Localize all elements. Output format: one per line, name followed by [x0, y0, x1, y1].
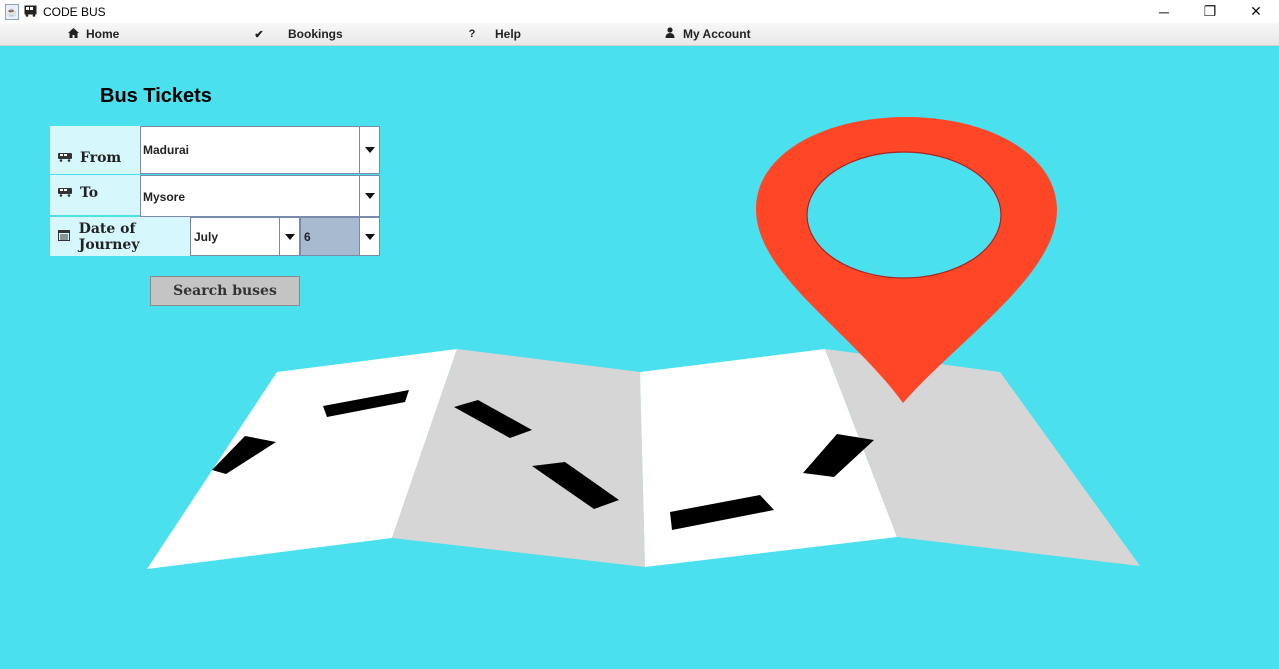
date-label: Date of Journey: [50, 217, 190, 256]
search-buses-button[interactable]: Search buses: [150, 276, 300, 306]
to-label-text: To: [80, 185, 99, 201]
to-dropdown[interactable]: Mysore: [140, 175, 380, 217]
to-value: Mysore: [143, 190, 186, 204]
chevron-down-icon[interactable]: [359, 176, 379, 216]
from-value: Madurai: [143, 143, 190, 157]
chevron-down-icon[interactable]: [279, 218, 299, 255]
from-dropdown[interactable]: Madurai: [140, 126, 380, 174]
from-label: From: [50, 126, 140, 174]
chevron-down-icon[interactable]: [359, 218, 379, 255]
from-label-text: From: [80, 150, 122, 166]
month-value: July: [194, 229, 219, 244]
month-dropdown[interactable]: July: [190, 217, 300, 256]
page-title: Bus Tickets: [100, 85, 212, 107]
bus-icon: [58, 150, 72, 166]
pin-hole: [806, 151, 1002, 279]
day-value: 6: [304, 229, 311, 244]
day-dropdown[interactable]: 6: [300, 217, 380, 256]
bus-icon: [58, 185, 72, 201]
to-label: To: [50, 175, 140, 215]
calendar-icon: [58, 229, 71, 245]
chevron-down-icon[interactable]: [359, 127, 379, 173]
date-label-text: Date of Journey: [78, 220, 140, 253]
